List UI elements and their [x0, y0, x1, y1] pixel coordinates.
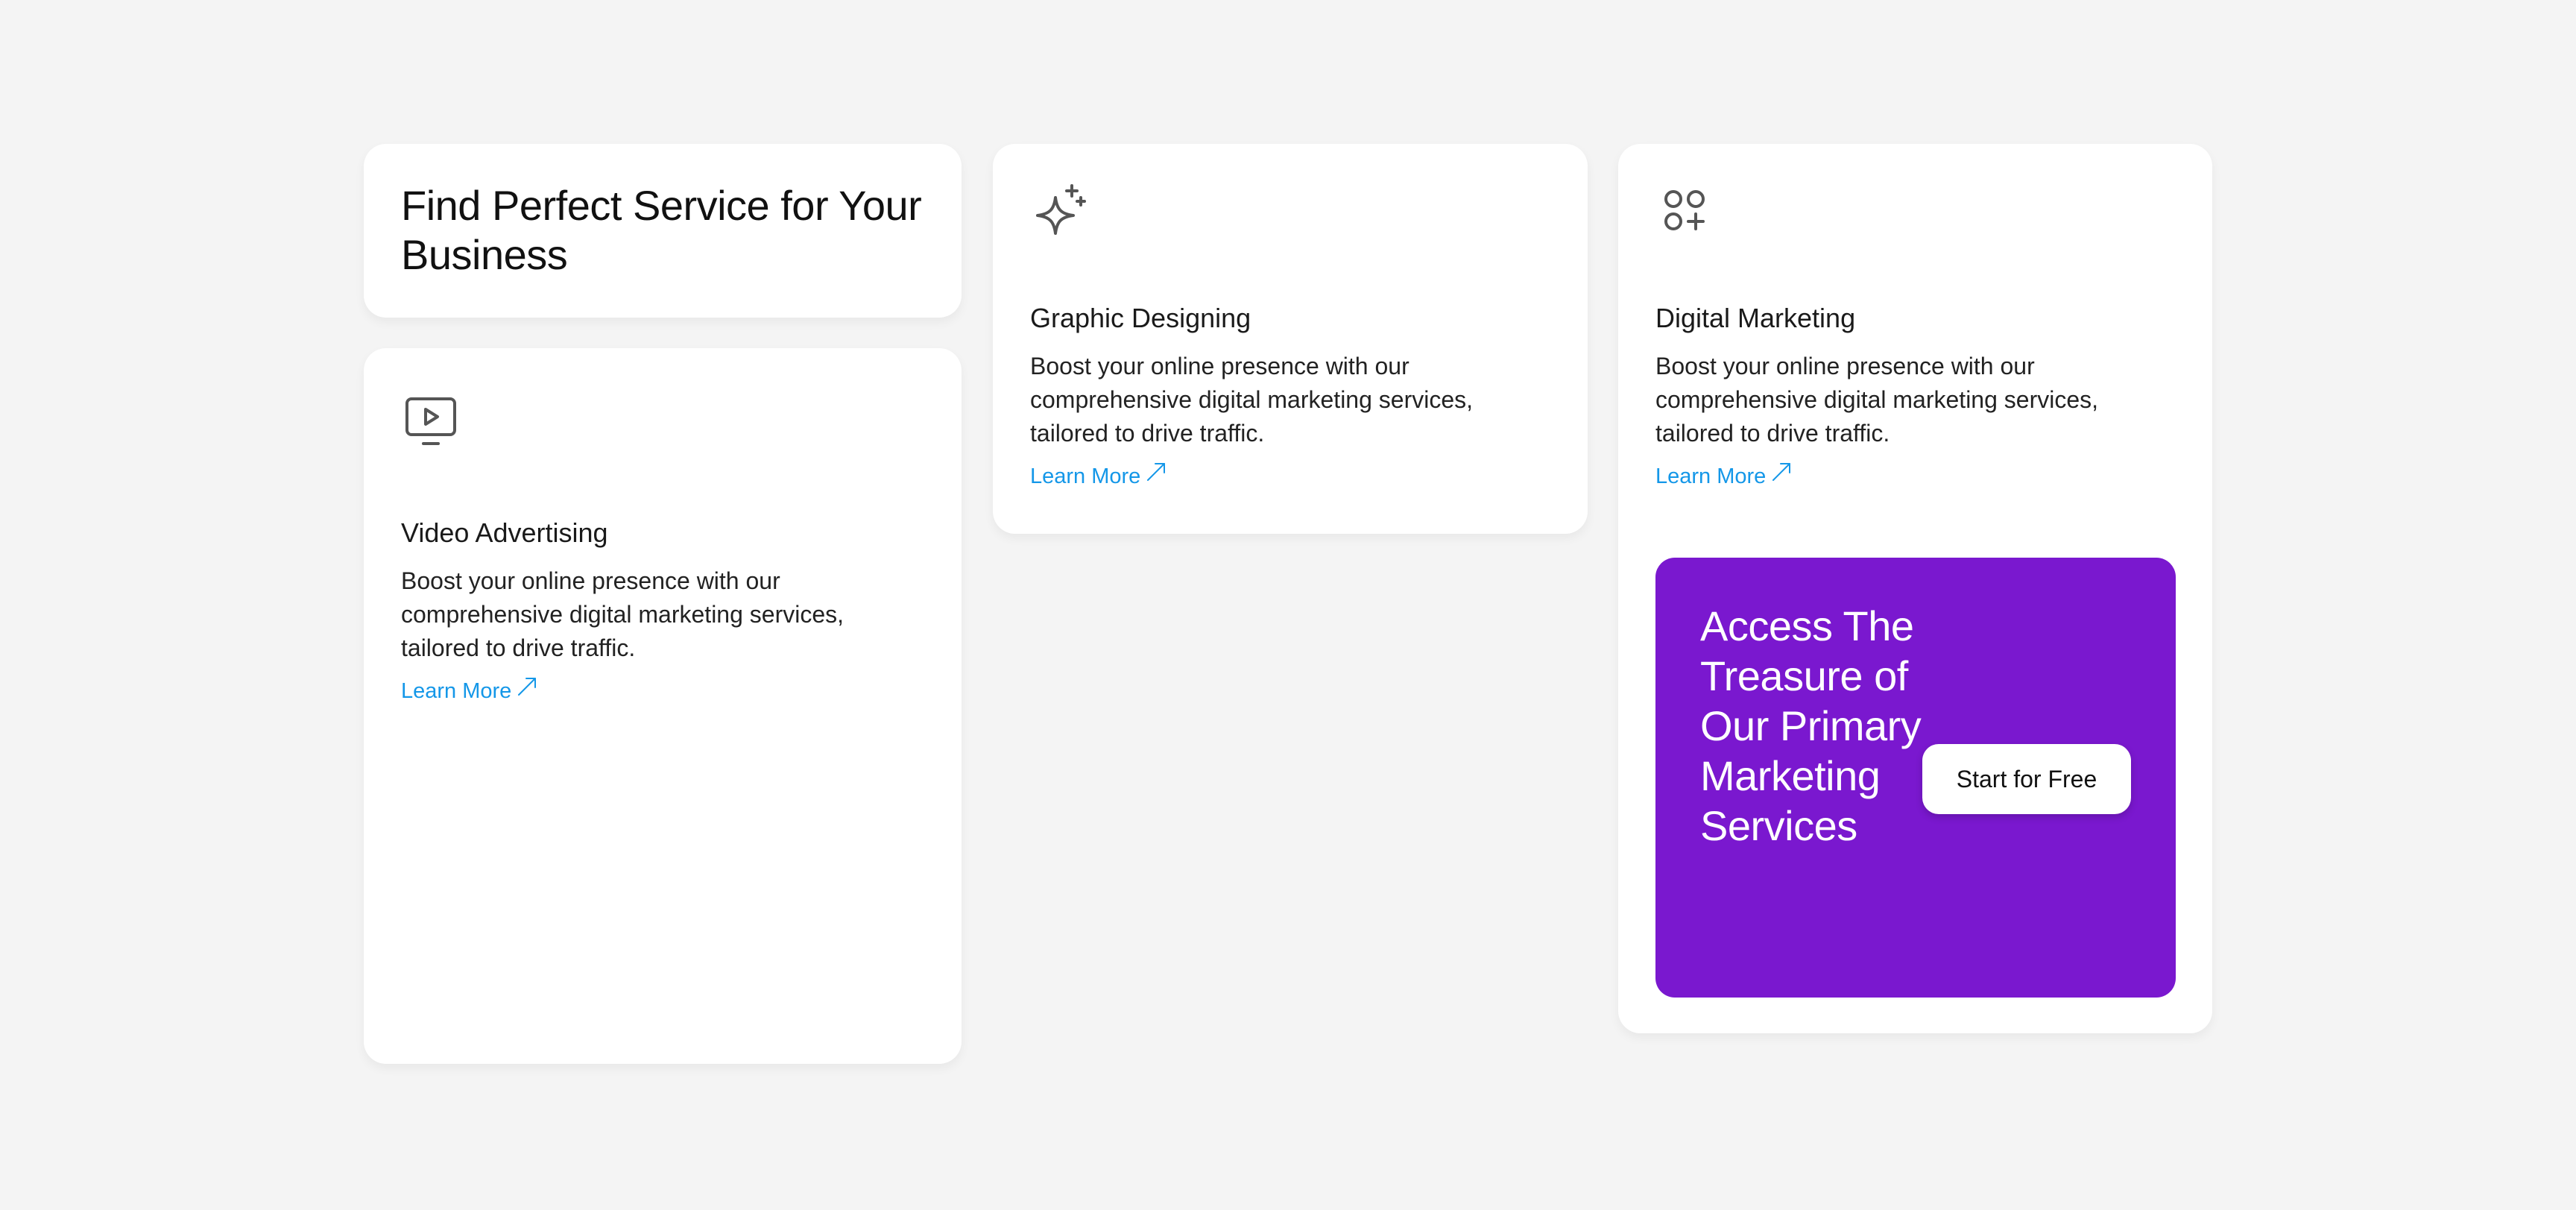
service-description: Boost your online presence with our comp… [1030, 353, 1474, 447]
heading-card: Find Perfect Service for Your Business [364, 144, 962, 318]
sparkles-icon [1030, 181, 1550, 241]
service-title: Digital Marketing [1655, 303, 1856, 333]
service-card-graphic-designing: Graphic Designing Boost your online pres… [993, 144, 1588, 534]
service-title: Video Advertising [401, 517, 608, 548]
page-title: Find Perfect Service for Your Business [401, 182, 922, 278]
promo-banner: Access The Treasure of Our Primary Marke… [1655, 558, 2176, 998]
service-description: Boost your online presence with our comp… [1655, 353, 2099, 447]
service-description: Boost your online presence with our comp… [401, 567, 845, 661]
learn-more-link[interactable]: Learn More [401, 675, 538, 706]
promo-title: Access The Treasure of Our Primary Marke… [1700, 602, 1922, 849]
arrow-up-right-icon [1145, 461, 1167, 491]
circles-plus-icon [1655, 181, 2175, 241]
learn-more-link[interactable]: Learn More [1655, 461, 1793, 491]
service-title: Graphic Designing [1030, 303, 1251, 333]
service-card-video-advertising: Video Advertising Boost your online pres… [364, 348, 962, 1064]
service-card-digital-marketing: Digital Marketing Boost your online pres… [1618, 144, 2212, 1033]
learn-more-label: Learn More [1655, 464, 1767, 488]
arrow-up-right-icon [516, 675, 538, 706]
tv-play-icon [401, 391, 924, 451]
arrow-up-right-icon [1770, 461, 1793, 491]
learn-more-link[interactable]: Learn More [1030, 461, 1167, 491]
learn-more-label: Learn More [401, 678, 512, 703]
start-for-free-button[interactable]: Start for Free [1922, 744, 2131, 814]
learn-more-label: Learn More [1030, 464, 1141, 488]
